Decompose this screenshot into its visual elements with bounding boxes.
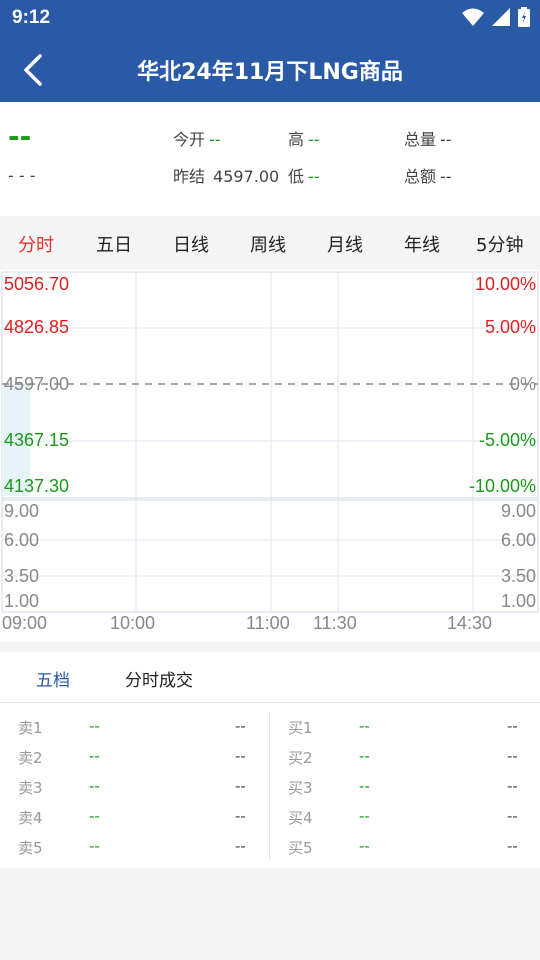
low-label: 低 (288, 167, 305, 186)
tab-monthly[interactable]: 月线 (327, 231, 363, 257)
buy-level-price: -- (359, 837, 370, 855)
total-amount-value: -- (440, 167, 452, 186)
price-axis-label: 5056.70 (4, 274, 70, 294)
pct-axis-label: 0% (509, 374, 536, 394)
sell-level-volume: -- (235, 777, 246, 795)
wifi-icon (462, 8, 484, 26)
time-axis-label: 11:30 (313, 613, 357, 633)
low-stat: 低 -- (288, 163, 320, 187)
intraday-chart[interactable]: 5056.70 4826.85 4597.00 4367.15 4137.30 … (0, 270, 540, 642)
tab-tick-trades[interactable]: 分时成交 (125, 666, 193, 691)
sell-level-price: -- (89, 777, 100, 795)
buy-level-volume: -- (507, 777, 518, 795)
sell-level-label: 卖2 (18, 749, 43, 767)
sell-level-price: -- (89, 717, 100, 735)
buy-level-label: 买2 (288, 749, 313, 767)
sell-level-label: 卖5 (18, 839, 43, 857)
buy-level-label: 买1 (288, 719, 313, 737)
time-axis-label: 14:30 (447, 613, 493, 633)
quote-panel: -- - - - 今开 -- 高 -- 总量 -- 昨结 4597.00 低 -- 总额 -… (0, 102, 540, 216)
app-header: 华北24年11月下LNG商品 (0, 36, 540, 102)
chart-grid (1, 271, 539, 613)
volume-axis-label: 1.00 (500, 591, 536, 611)
total-volume-stat: 总量 -- (404, 126, 452, 150)
price-axis-label: 4137.30 (4, 476, 70, 496)
buy-level-volume: -- (507, 837, 518, 855)
open-value: -- (209, 130, 221, 149)
signal-icon (492, 8, 510, 26)
sell-level-volume: -- (235, 837, 246, 855)
total-amount-label: 总额 (404, 167, 437, 186)
price-axis-label: 4826.85 (4, 317, 70, 337)
status-icons (462, 7, 530, 27)
buy-level-price: -- (359, 747, 370, 765)
pct-axis-label: -5.00% (478, 430, 536, 450)
sell-level-price: -- (89, 747, 100, 765)
buy-level-label: 买3 (288, 779, 313, 797)
sell-level-price: -- (89, 837, 100, 855)
tab-weekly[interactable]: 周线 (250, 231, 286, 257)
tab-intraday[interactable]: 分时 (18, 231, 54, 257)
tab-five-day[interactable]: 五日 (96, 231, 132, 257)
sell-level-label: 卖4 (18, 809, 43, 827)
total-volume-label: 总量 (404, 130, 437, 149)
price-change: - - - (8, 166, 36, 185)
total-volume-value: -- (440, 130, 452, 149)
tab-five-levels[interactable]: 五档 (36, 666, 70, 691)
buy-level-price: -- (359, 717, 370, 735)
pct-axis-label: 5.00% (484, 317, 536, 337)
volume-axis-label: 9.00 (500, 501, 536, 521)
sell-level-label: 卖1 (18, 719, 43, 737)
tab-yearly[interactable]: 年线 (404, 231, 440, 257)
page-title: 华北24年11月下LNG商品 (137, 60, 403, 85)
high-label: 高 (288, 130, 305, 149)
prev-settle-value: 4597.00 (213, 167, 280, 186)
divider (0, 702, 540, 703)
divider (269, 712, 270, 860)
high-value: -- (308, 130, 320, 149)
tab-5min[interactable]: 5分钟 (476, 231, 523, 257)
buy-level-label: 买5 (288, 839, 313, 857)
buy-level-price: -- (359, 807, 370, 825)
buy-level-price: -- (359, 777, 370, 795)
sell-level-volume: -- (235, 717, 246, 735)
battery-icon (518, 7, 530, 27)
time-axis-label: 10:00 (110, 613, 156, 633)
buy-level-volume: -- (507, 807, 518, 825)
sell-level-volume: -- (235, 747, 246, 765)
volume-axis-label: 1.00 (4, 591, 40, 611)
sell-level-label: 卖3 (18, 779, 43, 797)
volume-axis-label: 6.00 (500, 530, 536, 550)
time-axis-label: 11:00 (246, 613, 290, 633)
time-axis-label: 09:00 (2, 613, 48, 633)
open-stat: 今开 -- (173, 126, 221, 150)
period-tabs: 分时 五日 日线 周线 月线 年线 5分钟 (0, 218, 540, 268)
status-bar: 9:12 (0, 0, 540, 36)
total-amount-stat: 总额 -- (404, 163, 452, 187)
buy-level-volume: -- (507, 747, 518, 765)
pct-axis-label: -10.00% (468, 476, 536, 496)
volume-axis-label: 3.50 (4, 566, 40, 586)
low-value: -- (308, 167, 320, 186)
buy-level-label: 买4 (288, 809, 313, 827)
sell-level-volume: -- (235, 807, 246, 825)
volume-axis-label: 9.00 (4, 501, 40, 521)
open-label: 今开 (173, 130, 206, 149)
volume-axis-label: 6.00 (4, 530, 40, 550)
pct-axis-label: 10.00% (474, 274, 536, 294)
order-book-panel: 五档 分时成交 卖1 -- -- 卖2 -- -- 卖3 -- -- 卖4 --… (0, 652, 540, 868)
last-price: -- (8, 120, 32, 153)
price-axis-label: 4367.15 (4, 430, 70, 450)
tab-daily[interactable]: 日线 (173, 231, 209, 257)
prev-settle-stat: 昨结 4597.00 (173, 163, 279, 187)
prev-settle-label: 昨结 (173, 167, 206, 186)
buy-level-volume: -- (507, 717, 518, 735)
high-stat: 高 -- (288, 126, 320, 150)
price-axis-label: 4597.00 (4, 374, 70, 394)
sell-level-price: -- (89, 807, 100, 825)
status-time: 9:12 (12, 7, 51, 28)
volume-axis-label: 3.50 (500, 566, 536, 586)
